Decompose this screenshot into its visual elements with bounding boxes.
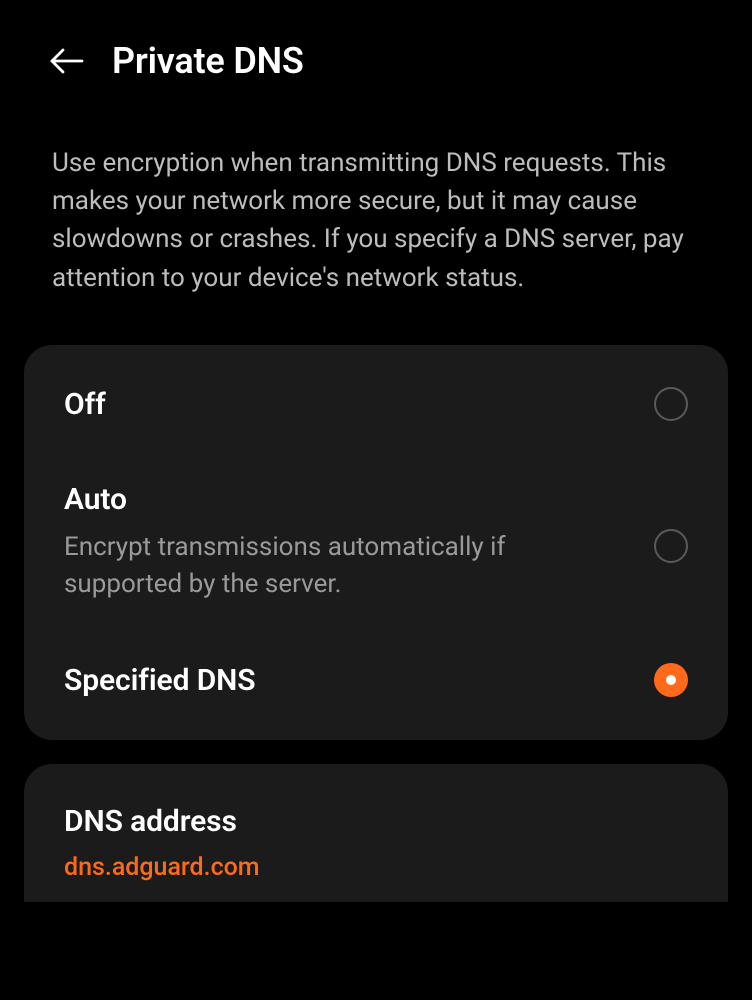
dns-address-value: dns.adguard.com [64, 853, 688, 882]
page-description: Use encryption when transmitting DNS req… [0, 106, 752, 345]
radio-checked-icon [654, 663, 688, 697]
dns-options-card: Off Auto Encrypt transmissions automatic… [24, 345, 728, 740]
page-header: Private DNS [0, 0, 752, 106]
radio-icon [654, 387, 688, 421]
option-specified-text: Specified DNS [64, 663, 630, 698]
option-auto-subtitle: Encrypt transmissions automatically if s… [64, 529, 630, 603]
option-off-title: Off [64, 387, 630, 422]
option-off[interactable]: Off [24, 357, 728, 452]
dns-address-label: DNS address [64, 804, 688, 839]
option-auto-text: Auto Encrypt transmissions automatically… [64, 482, 630, 603]
option-auto[interactable]: Auto Encrypt transmissions automatically… [24, 452, 728, 633]
option-auto-title: Auto [64, 482, 630, 517]
radio-icon [654, 529, 688, 563]
back-icon[interactable] [48, 43, 84, 79]
option-off-text: Off [64, 387, 630, 422]
dns-address-card[interactable]: DNS address dns.adguard.com [24, 764, 728, 902]
option-specified-dns[interactable]: Specified DNS [24, 633, 728, 728]
page-title: Private DNS [112, 40, 304, 82]
option-specified-title: Specified DNS [64, 663, 630, 698]
